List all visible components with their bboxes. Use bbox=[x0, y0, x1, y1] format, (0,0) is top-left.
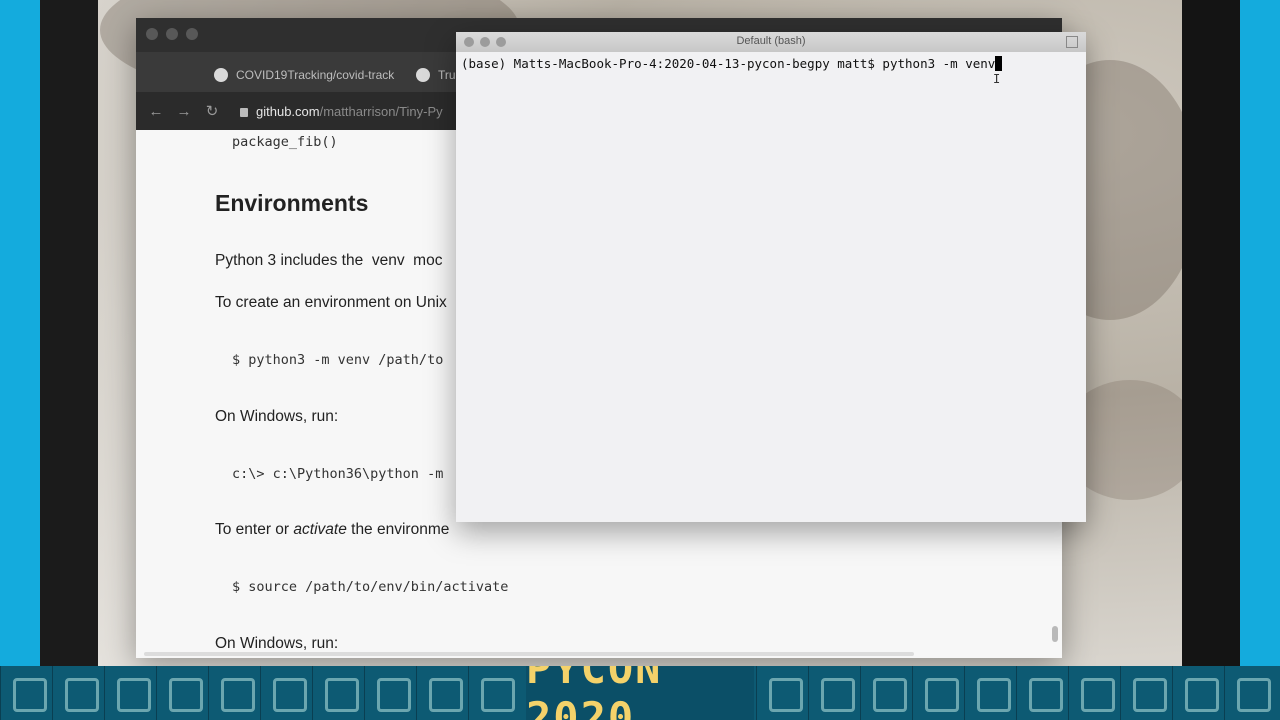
bridge-icon bbox=[756, 666, 809, 720]
terminal-prompt: (base) Matts-MacBook-Pro-4:2020-04-13-py… bbox=[461, 56, 1003, 71]
python-snake-icon bbox=[52, 666, 105, 720]
paragraph: On Windows, run: bbox=[215, 635, 339, 652]
github-icon bbox=[214, 68, 228, 82]
horizontal-scrollbar[interactable] bbox=[144, 652, 914, 656]
laurel-icon bbox=[1016, 666, 1069, 720]
code-block: $ source /path/to/env/bin/activate bbox=[232, 579, 509, 595]
terminal-window: Default (bash) (base) Matts-MacBook-Pro-… bbox=[456, 32, 1086, 522]
code-block: c:\> c:\Python36\python -m bbox=[232, 466, 444, 482]
diamond-icon bbox=[156, 666, 209, 720]
tab-covid-tracking[interactable]: COVID19Tracking/covid-track ✕ bbox=[214, 60, 428, 90]
code-block: $ python3 -m venv /path/to bbox=[232, 352, 444, 368]
prompt-text: (base) Matts-MacBook-Pro-4:2020-04-13-py… bbox=[461, 56, 996, 71]
pycon-logo-text: PYCON 2020 bbox=[526, 666, 663, 720]
vertical-scrollbar[interactable] bbox=[1052, 626, 1058, 642]
code-line: package_fib() bbox=[232, 134, 338, 150]
tab-label: COVID19Tracking/covid-track bbox=[236, 68, 395, 82]
building-icon bbox=[1172, 666, 1225, 720]
wrench-icon bbox=[364, 666, 417, 720]
laurel-icon bbox=[1068, 666, 1121, 720]
ibeam-cursor-icon: I bbox=[993, 72, 1001, 86]
robot-icon bbox=[260, 666, 313, 720]
github-icon bbox=[416, 68, 430, 82]
back-arrow-icon[interactable]: ← bbox=[142, 103, 170, 120]
building-icon bbox=[208, 666, 261, 720]
robot-icon bbox=[1224, 666, 1277, 720]
laurel-icon bbox=[104, 666, 157, 720]
url-path: /mattharrison/Tiny-Py bbox=[319, 104, 443, 119]
paragraph: On Windows, run: bbox=[215, 408, 339, 425]
paragraph-text: the environme bbox=[346, 521, 450, 538]
pycon-logo: PYCON 2020 bbox=[526, 666, 754, 720]
python-snake-icon bbox=[964, 666, 1017, 720]
paragraph: To create an environment on Unix bbox=[215, 294, 447, 311]
text-cursor bbox=[995, 56, 1003, 71]
paragraph: Python 3 includes the venv moc bbox=[215, 252, 443, 269]
monitor-frame-left bbox=[40, 0, 98, 666]
terminal-titlebar: Default (bash) bbox=[456, 32, 1086, 52]
bridge-icon bbox=[416, 666, 469, 720]
diamond-icon bbox=[1120, 666, 1173, 720]
paragraph-text: To enter or bbox=[215, 521, 294, 538]
tab-label: Tru bbox=[438, 68, 456, 82]
minimize-window-button[interactable] bbox=[166, 28, 178, 40]
terminal-icon bbox=[912, 666, 965, 720]
terminal-body[interactable]: (base) Matts-MacBook-Pro-4:2020-04-13-py… bbox=[456, 52, 1086, 522]
terminal-title: Default (bash) bbox=[736, 35, 806, 47]
bridge-icon bbox=[808, 666, 861, 720]
reload-icon[interactable]: ↻ bbox=[198, 102, 226, 120]
paragraph-emphasis: activate bbox=[293, 521, 347, 538]
left-border bbox=[0, 0, 40, 666]
robot-icon bbox=[0, 666, 53, 720]
lock-icon bbox=[240, 108, 248, 117]
url-domain: github.com bbox=[256, 104, 320, 119]
close-window-button[interactable] bbox=[146, 28, 158, 40]
zoom-window-button[interactable] bbox=[186, 28, 198, 40]
right-border bbox=[1240, 0, 1280, 666]
bridge-icon bbox=[468, 666, 521, 720]
window-icon bbox=[860, 666, 913, 720]
section-heading: Environments bbox=[215, 190, 369, 216]
tab-second[interactable]: Tru bbox=[416, 60, 456, 90]
forward-arrow-icon[interactable]: → bbox=[170, 103, 198, 120]
monitor-frame-right bbox=[1182, 0, 1240, 666]
url-field[interactable]: github.com/mattharrison/Tiny-Py bbox=[240, 104, 443, 119]
pycon-banner: PYCON 2020 bbox=[0, 666, 1280, 720]
fullscreen-icon[interactable] bbox=[1066, 36, 1078, 48]
circuit-icon bbox=[312, 666, 365, 720]
paragraph: To enter or activate the environme bbox=[215, 521, 449, 539]
